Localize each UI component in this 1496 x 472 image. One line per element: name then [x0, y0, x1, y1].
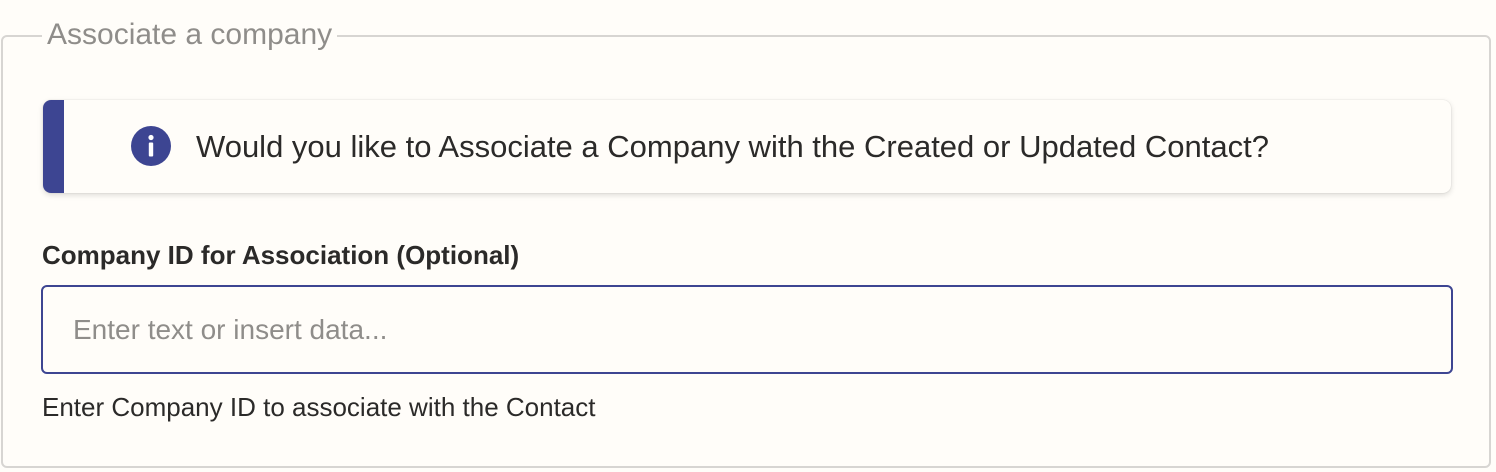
info-icon — [131, 126, 171, 166]
company-id-help-text: Enter Company ID to associate with the C… — [42, 392, 596, 422]
alert-message: Would you like to Associate a Company wi… — [196, 129, 1269, 164]
company-id-label: Company ID for Association (Optional) — [42, 240, 520, 270]
section-legend: Associate a company — [42, 15, 338, 55]
info-alert: Would you like to Associate a Company wi… — [43, 100, 1451, 193]
company-id-input[interactable] — [41, 285, 1453, 374]
alert-accent-bar — [43, 100, 64, 193]
